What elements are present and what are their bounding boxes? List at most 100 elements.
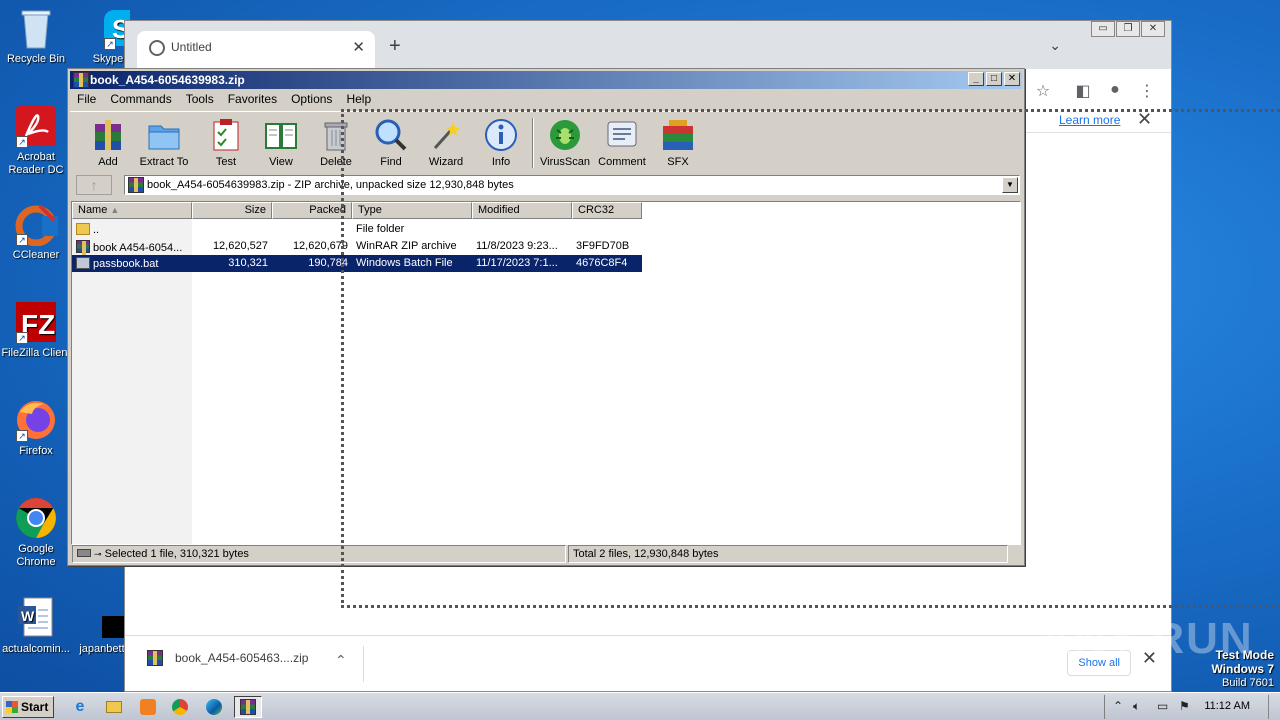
side-panel-icon[interactable]: ◧: [1073, 81, 1093, 101]
chrome-icon: [172, 699, 188, 715]
column-packed[interactable]: Packed: [272, 202, 352, 219]
desktop-icon-firefox[interactable]: ↗ Firefox: [0, 398, 72, 458]
bookmark-star-icon[interactable]: ☆: [1033, 81, 1053, 101]
batch-file-gear-icon: [76, 257, 90, 269]
row-size: 310,321: [228, 257, 268, 269]
taskbar-explorer[interactable]: [100, 696, 128, 718]
desktop-icon-recycle-bin[interactable]: Recycle Bin: [0, 6, 72, 66]
row-crc: 4676C8F4: [576, 257, 628, 269]
column-name[interactable]: Name ▲: [72, 202, 192, 219]
column-crc32[interactable]: CRC32: [572, 202, 642, 219]
desktop-icon-filezilla[interactable]: FZ ↗ FileZilla Client: [0, 300, 72, 360]
view-label: View: [269, 156, 293, 168]
sfx-button[interactable]: SFX: [650, 116, 706, 168]
extract-to-button[interactable]: Extract To: [136, 116, 192, 168]
list-header: Name ▲ Size Packed Type Modified CRC32: [72, 202, 642, 219]
minimize-button[interactable]: _: [968, 72, 984, 86]
file-list[interactable]: Name ▲ Size Packed Type Modified CRC32 .…: [71, 201, 1021, 545]
desktop-icon-label: Acrobat Reader DC: [8, 151, 64, 176]
tab-search-chevron-icon[interactable]: ⌄: [1049, 37, 1061, 54]
chevron-up-icon[interactable]: ⌃: [335, 652, 347, 669]
recycle-bin-icon: [14, 6, 58, 50]
winrar-toolbar: Add Extract To Test View Delete Find Wiz…: [70, 111, 1022, 171]
maximize-button[interactable]: □: [986, 72, 1002, 86]
table-row-selected[interactable]: passbook.bat 310,321 190,784 Windows Bat…: [72, 255, 642, 272]
desktop-icon-label: Google Chrome: [16, 543, 56, 568]
chrome-tab[interactable]: Untitled ✕: [137, 31, 375, 69]
restore-button[interactable]: ❐: [1116, 21, 1140, 37]
desktop-icon-word-doc[interactable]: W actualcomin...: [0, 596, 72, 656]
edge-icon: [206, 699, 222, 715]
profile-icon[interactable]: ●: [1105, 81, 1125, 101]
view-button[interactable]: View: [253, 116, 309, 168]
dropdown-arrow-icon[interactable]: ▼: [1002, 177, 1018, 193]
media-player-icon: [140, 699, 156, 715]
delete-button[interactable]: Delete: [308, 116, 364, 168]
column-size[interactable]: Size: [192, 202, 272, 219]
taskbar-chrome[interactable]: [166, 696, 194, 718]
menu-file[interactable]: File: [70, 90, 103, 108]
new-tab-button[interactable]: +: [389, 35, 401, 58]
up-folder-button[interactable]: ↑: [76, 175, 112, 195]
tab-close-icon[interactable]: ✕: [352, 38, 365, 56]
window-title: book_A454-6054639983.zip: [90, 73, 245, 87]
taskbar-ie[interactable]: e: [66, 696, 94, 718]
virusscan-button[interactable]: VirusScan: [537, 116, 593, 168]
table-row[interactable]: .. File folder: [72, 221, 642, 238]
test-button[interactable]: Test: [198, 116, 254, 168]
start-button[interactable]: Start: [2, 696, 54, 718]
table-row[interactable]: book A454-6054... 12,620,527 12,620,679 …: [72, 238, 642, 255]
globe-icon: [149, 40, 165, 56]
menu-favorites[interactable]: Favorites: [221, 90, 284, 108]
taskbar-winrar[interactable]: [234, 696, 262, 718]
winrar-titlebar[interactable]: book_A454-6054639983.zip _ □ ✕: [70, 71, 1022, 89]
show-hidden-icons-icon[interactable]: ⌃: [1113, 699, 1123, 713]
minimize-button[interactable]: ▭: [1091, 21, 1115, 37]
comment-label: Comment: [598, 156, 646, 168]
show-desktop-button[interactable]: [1268, 695, 1280, 719]
taskbar-media-player[interactable]: [134, 696, 162, 718]
desktop-icon-ccleaner[interactable]: ↗ CCleaner: [0, 202, 72, 262]
status-left-text: Selected 1 file, 310,321 bytes: [104, 548, 249, 560]
acrobat-icon: ↗: [14, 104, 58, 148]
desktop-icon-label: Recycle Bin: [6, 53, 66, 65]
column-modified[interactable]: Modified: [472, 202, 572, 219]
infobar-close-icon[interactable]: ✕: [1137, 109, 1152, 130]
volume-icon[interactable]: 🔈︎: [1133, 699, 1140, 714]
delete-label: Delete: [320, 156, 352, 168]
test-label: Test: [215, 156, 237, 168]
add-archive-icon: [91, 118, 125, 152]
menu-help[interactable]: Help: [339, 90, 378, 108]
add-button[interactable]: Add: [80, 116, 136, 168]
address-text: book_A454-6054639983.zip - ZIP archive, …: [147, 179, 514, 191]
column-type[interactable]: Type: [352, 202, 472, 219]
test-checklist-icon: [209, 118, 243, 152]
info-icon: [484, 118, 518, 152]
network-icon[interactable]: ▭: [1157, 699, 1168, 713]
desktop-icon-acrobat[interactable]: ↗ Acrobat Reader DC: [0, 104, 72, 177]
desktop-icon-chrome[interactable]: Google Chrome: [0, 496, 72, 569]
row-packed: [272, 221, 352, 238]
action-center-flag-icon[interactable]: ⚑: [1179, 699, 1190, 713]
menu-options[interactable]: Options: [284, 90, 339, 108]
comment-button[interactable]: Comment: [594, 116, 650, 168]
view-book-icon: [264, 118, 298, 152]
learn-more-link[interactable]: Learn more: [1059, 113, 1120, 127]
winrar-window: book_A454-6054639983.zip _ □ ✕ File Comm…: [67, 68, 1025, 566]
download-item[interactable]: book_A454-605463....zip: [147, 650, 308, 666]
download-filename: book_A454-605463....zip: [175, 651, 309, 665]
address-combobox[interactable]: book_A454-6054639983.zip - ZIP archive, …: [124, 175, 1020, 195]
row-type: File folder: [356, 223, 405, 235]
close-button[interactable]: ✕: [1141, 21, 1165, 37]
menu-tools[interactable]: Tools: [179, 90, 221, 108]
menu-dots-icon[interactable]: ⋮: [1137, 81, 1157, 101]
info-button[interactable]: Info: [473, 116, 529, 168]
wizard-button[interactable]: Wizard: [418, 116, 474, 168]
clock[interactable]: 11:12 AM: [1204, 700, 1250, 712]
chrome-infobar: Learn more ✕: [1025, 109, 1173, 145]
close-button[interactable]: ✕: [1004, 72, 1020, 86]
menu-commands[interactable]: Commands: [103, 90, 178, 108]
taskbar-edge[interactable]: [200, 696, 228, 718]
status-total: Total 2 files, 12,930,848 bytes: [568, 545, 1008, 563]
find-button[interactable]: Find: [363, 116, 419, 168]
